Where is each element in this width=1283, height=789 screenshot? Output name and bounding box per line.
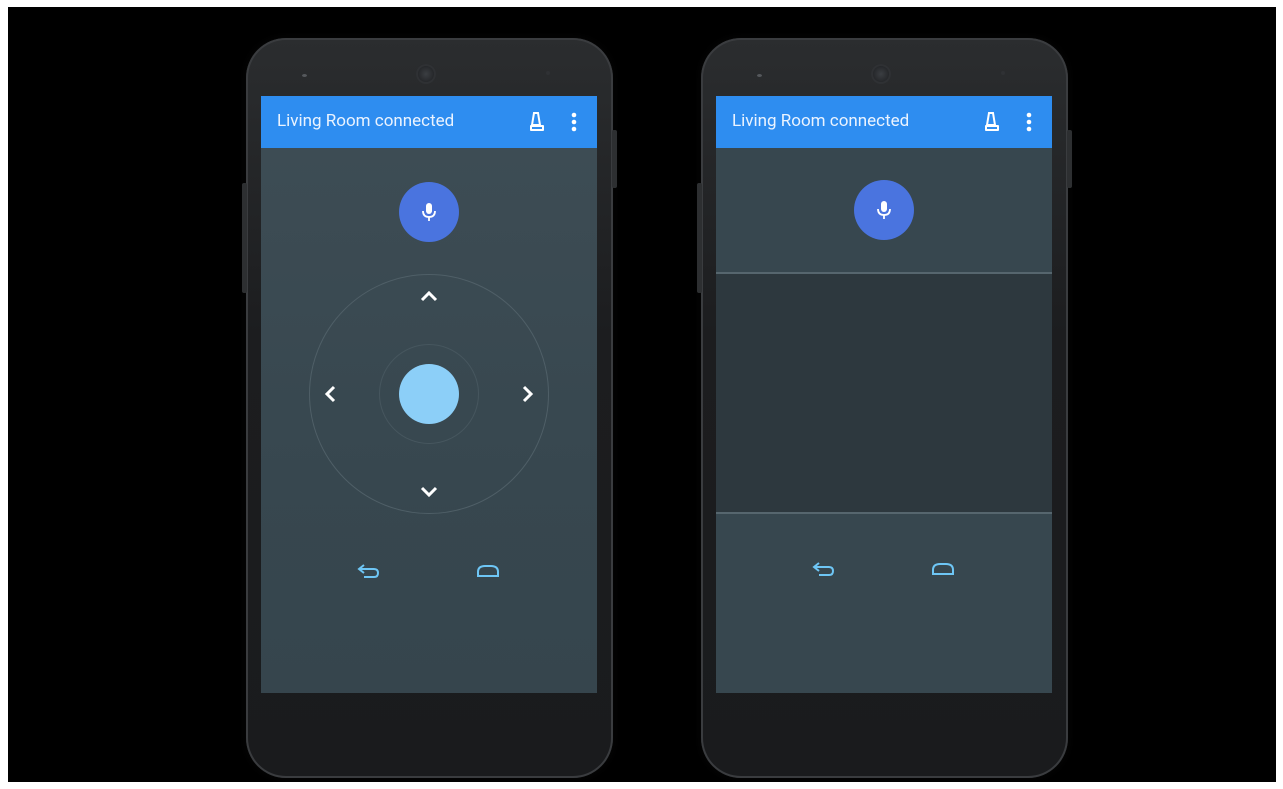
chevron-left-icon[interactable] <box>319 382 343 406</box>
app-bar: Living Room connected <box>716 96 1052 148</box>
back-icon[interactable] <box>811 560 837 578</box>
home-icon[interactable] <box>475 562 501 580</box>
presentation-background: Living Room connected Living Room connec… <box>8 7 1276 782</box>
phone-dpad-mode: Living Room connected <box>242 38 617 778</box>
chevron-down-icon[interactable] <box>417 480 441 504</box>
front-camera <box>416 64 436 84</box>
power-button <box>1067 130 1072 188</box>
app-bar-title: Living Room connected <box>277 111 455 131</box>
nav-panel <box>716 514 1052 693</box>
voice-search-button[interactable] <box>399 182 459 242</box>
app-bar: Living Room connected <box>261 96 597 148</box>
more-vert-icon[interactable] <box>565 110 583 134</box>
front-camera <box>871 64 891 84</box>
touchpad-area[interactable] <box>716 274 1052 512</box>
proximity-sensor <box>1001 71 1005 75</box>
cast-connected-icon[interactable] <box>980 110 1004 134</box>
speaker-dot <box>302 74 307 77</box>
app-bar-title: Living Room connected <box>732 111 910 131</box>
microphone-icon <box>877 201 891 219</box>
speaker-dot <box>757 74 762 77</box>
back-icon[interactable] <box>356 562 382 580</box>
home-icon[interactable] <box>930 560 956 578</box>
dpad-select-button[interactable] <box>399 364 459 424</box>
phone-screen: Living Room connected <box>261 96 597 693</box>
proximity-sensor <box>546 71 550 75</box>
phone-touchpad-mode: Living Room connected <box>697 38 1072 778</box>
volume-button <box>242 183 247 293</box>
chevron-up-icon[interactable] <box>417 284 441 308</box>
cast-connected-icon[interactable] <box>525 110 549 134</box>
voice-search-button[interactable] <box>854 180 914 240</box>
phone-screen: Living Room connected <box>716 96 1052 693</box>
microphone-icon <box>422 203 436 221</box>
chevron-right-icon[interactable] <box>515 382 539 406</box>
more-vert-icon[interactable] <box>1020 110 1038 134</box>
volume-button <box>697 183 702 293</box>
power-button <box>612 130 617 188</box>
